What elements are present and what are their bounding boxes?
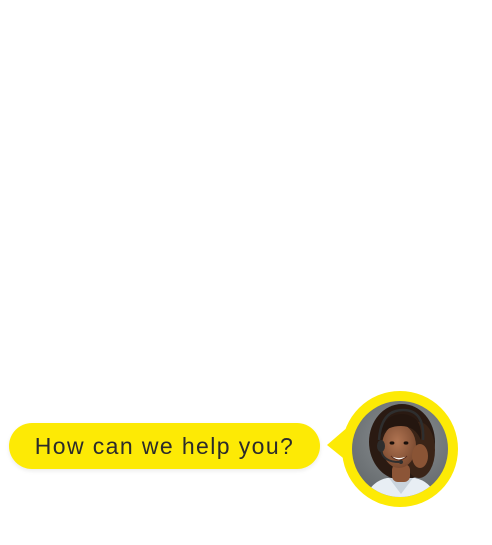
- chat-prompt-label: How can we help you?: [34, 432, 295, 459]
- chat-prompt-button[interactable]: How can we help you?: [9, 423, 320, 469]
- support-agent-avatar-icon: [327, 391, 458, 507]
- chat-launcher-button[interactable]: [323, 390, 463, 512]
- page: How can we help you?: [0, 0, 492, 545]
